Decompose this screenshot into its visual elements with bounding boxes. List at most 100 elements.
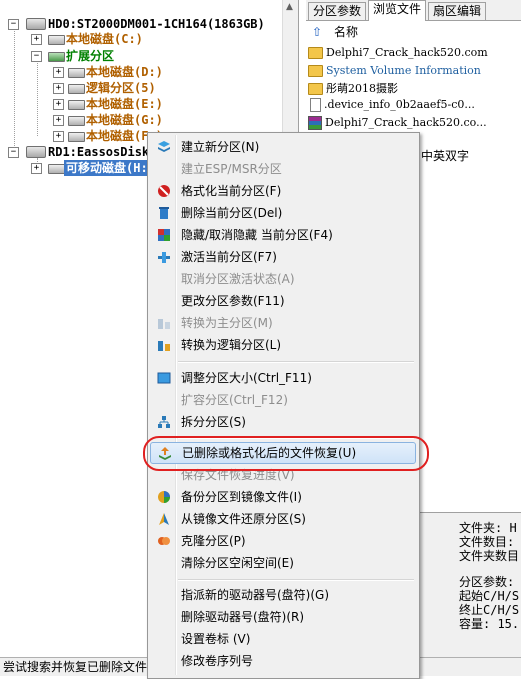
menu-item-new-partition[interactable]: 建立新分区(N) [150, 136, 416, 158]
menu-item-clone[interactable]: 克隆分区(P) [150, 530, 416, 552]
menu-item-convert-primary[interactable]: 转换为主分区(M) [150, 312, 416, 334]
menu-item-split[interactable]: 拆分分区(S) [150, 411, 416, 433]
tree-node-label: HD0:ST2000DM001-1CH164(1863GB) [48, 17, 265, 31]
expand-icon[interactable]: + [53, 99, 64, 110]
info-file-count: 文件数目: [459, 535, 515, 549]
tree-node-local-d[interactable]: + 本地磁盘(D:) [4, 64, 204, 80]
tab-partition-params[interactable]: 分区参数 [308, 2, 367, 20]
menu-item-label: 修改卷序列号 [181, 654, 254, 668]
tree-node-local-e[interactable]: + 本地磁盘(E:) [4, 96, 204, 112]
menu-item-create-esp-msr[interactable]: 建立ESP/MSR分区 [150, 158, 416, 180]
list-item-partial[interactable]: 中英双字 [421, 148, 469, 164]
hide-icon [158, 229, 170, 241]
tree-node-logical5[interactable]: + 逻辑分区(5) [4, 80, 204, 96]
file-name: 彤萌2018摄影 [326, 82, 398, 95]
activate-icon [158, 252, 170, 263]
menu-item-label: 删除驱动器号(盘符)(R) [181, 610, 305, 624]
list-item[interactable]: Delphi7_Crack_hack520.com [308, 45, 488, 61]
document-icon [310, 98, 321, 112]
menu-item-activate[interactable]: 激活当前分区(F7) [150, 246, 416, 268]
split-icon [158, 416, 170, 428]
list-item[interactable]: .device_info_0b2aaef5-c0... [308, 97, 475, 113]
menu-item-label: 建立ESP/MSR分区 [181, 162, 282, 176]
tree-node-label: 逻辑分区(5) [86, 81, 156, 95]
partition-icon [68, 132, 85, 142]
menu-item-label: 克隆分区(P) [181, 534, 246, 548]
tree-node-label: 扩展分区 [66, 49, 115, 63]
convert-logical-icon [158, 341, 170, 351]
tree-node-local-c[interactable]: + 本地磁盘(C:) [4, 31, 204, 47]
menu-item-label: 更改分区参数(F11) [181, 294, 285, 308]
menu-item-set-volume-label[interactable]: 设置卷标 (V) [150, 628, 416, 650]
menu-item-assign-drive-letter[interactable]: 指派新的驱动器号(盘符)(G) [150, 584, 416, 606]
convert-primary-icon [158, 319, 170, 329]
expand-icon[interactable]: + [31, 34, 42, 45]
expand-icon[interactable]: + [31, 163, 42, 174]
status-text: 尝试搜索并恢复已删除文件 [3, 660, 148, 674]
menu-item-wipe-free-space[interactable]: 清除分区空闲空间(E) [150, 552, 416, 574]
file-name: .device_info_0b2aaef5-c0... [324, 98, 475, 111]
collapse-icon[interactable]: − [8, 147, 19, 158]
tab-sector-edit[interactable]: 扇区编辑 [428, 2, 487, 20]
menu-item-resize[interactable]: 调整分区大小(Ctrl_F11) [150, 367, 416, 389]
file-name: Delphi7_Crack_hack520.com [326, 46, 488, 59]
info-capacity: 容量: 15. [459, 617, 520, 631]
partition-icon [68, 84, 85, 94]
list-item[interactable]: Delphi7_Crack_hack520.co... [308, 115, 487, 131]
menu-item-change-params[interactable]: 更改分区参数(F11) [150, 290, 416, 312]
name-column-header: 名称 [334, 25, 359, 39]
menu-item-label: 隐藏/取消隐藏 当前分区(F4) [181, 228, 333, 242]
file-list-header[interactable]: ⇧ 名称 [306, 23, 521, 41]
menu-item-label: 扩容分区(Ctrl_F12) [181, 393, 288, 407]
collapse-icon[interactable]: − [8, 19, 19, 30]
menu-item-label: 格式化当前分区(F) [181, 184, 282, 198]
tree-node-label: 本地磁盘(G:) [86, 113, 163, 127]
menu-item-format[interactable]: 格式化当前分区(F) [150, 180, 416, 202]
menu-separator [178, 361, 414, 363]
tree-node-extended[interactable]: − 扩展分区 [4, 48, 204, 64]
folder-icon [308, 83, 323, 95]
tree-node-label: 可移动磁盘(H: [64, 160, 150, 176]
menu-item-label: 指派新的驱动器号(盘符)(G) [181, 588, 330, 602]
up-arrow-icon[interactable]: ⇧ [312, 23, 322, 41]
menu-item-convert-logical[interactable]: 转换为逻辑分区(L) [150, 334, 416, 356]
menu-item-expand[interactable]: 扩容分区(Ctrl_F12) [150, 389, 416, 411]
partition-icon [68, 100, 85, 110]
menu-item-restore-image[interactable]: 从镜像文件还原分区(S) [150, 508, 416, 530]
list-item[interactable]: 彤萌2018摄影 [308, 81, 398, 97]
tab-bar: 分区参数 浏览文件 扇区编辑 [306, 0, 521, 21]
expand-icon[interactable]: + [53, 115, 64, 126]
menu-item-backup-image[interactable]: 备份分区到镜像文件(I) [150, 486, 416, 508]
menu-item-deactivate[interactable]: 取消分区激活状态(A) [150, 268, 416, 290]
partition-icon [68, 116, 85, 126]
tree-node-label: 本地磁盘(D:) [86, 65, 163, 79]
menu-item-label: 拆分分区(S) [181, 415, 246, 429]
file-name: System Volume Information [326, 64, 481, 77]
menu-item-delete[interactable]: 删除当前分区(Del) [150, 202, 416, 224]
menu-separator [178, 579, 414, 581]
menu-item-label: 清除分区空闲空间(E) [181, 556, 294, 570]
expand-icon[interactable]: + [53, 131, 64, 142]
backup-icon [158, 491, 170, 503]
expand-icon[interactable]: + [53, 67, 64, 78]
tree-node-hd0[interactable]: − HD0:ST2000DM001-1CH164(1863GB) [4, 16, 284, 32]
hard-disk-icon [26, 146, 46, 158]
list-item[interactable]: System Volume Information [308, 63, 481, 79]
extended-partition-icon [48, 52, 65, 62]
menu-item-label: 备份分区到镜像文件(I) [181, 490, 302, 504]
file-name: 中英双字 [421, 149, 470, 163]
info-start-chs: 起始C/H/S [459, 589, 520, 603]
info-folder-count: 文件夹数目 [459, 549, 520, 563]
tab-browse-files[interactable]: 浏览文件 [368, 0, 427, 21]
menu-item-remove-drive-letter[interactable]: 删除驱动器号(盘符)(R) [150, 606, 416, 628]
menu-item-label: 设置卷标 (V) [181, 632, 251, 646]
scroll-up-icon[interactable]: ▲ [286, 2, 293, 12]
tree-node-local-g[interactable]: + 本地磁盘(G:) [4, 112, 204, 128]
menu-item-hide-unhide[interactable]: 隐藏/取消隐藏 当前分区(F4) [150, 224, 416, 246]
menu-item-change-serial[interactable]: 修改卷序列号 [150, 650, 416, 672]
archive-icon [308, 116, 322, 130]
menu-item-label: 从镜像文件还原分区(S) [181, 512, 306, 526]
delete-icon [159, 207, 169, 219]
collapse-icon[interactable]: − [31, 51, 42, 62]
expand-icon[interactable]: + [53, 83, 64, 94]
